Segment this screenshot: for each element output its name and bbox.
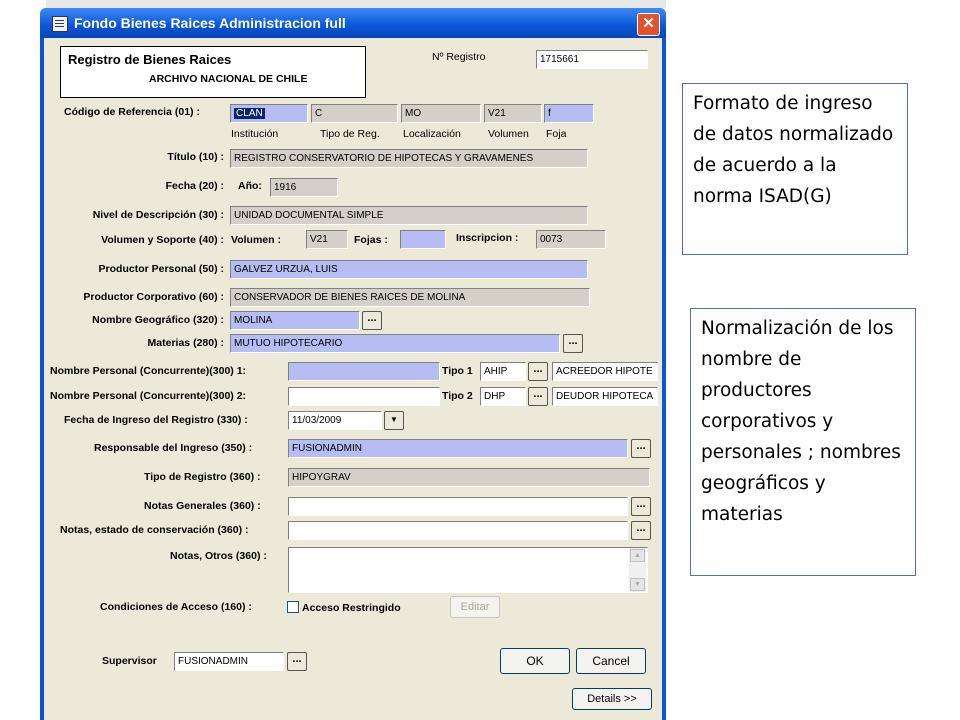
acceso-restringido-label: Acceso Restringido [302,602,401,614]
cancel-button[interactable]: Cancel [576,648,646,674]
callout-isad: Formato de ingreso de datos normalizado … [682,83,908,255]
nombre-personal-1-label: Nombre Personal (Concurrente)(300) 1: [50,365,247,377]
titulo-label: Título (10) : [167,151,224,163]
dialog-client: Registro de Bienes Raices ARCHIVO NACION… [44,38,662,720]
nombre-personal-2-field[interactable] [288,387,440,406]
fecha-label: Fecha (20) : [165,180,224,192]
volumen-fojas-label: Fojas : [354,234,388,246]
notas-otros-textarea[interactable] [288,547,648,593]
nivel-field[interactable]: UNIDAD DOCUMENTAL SIMPLE [230,206,588,225]
materias-browse-button[interactable]: ... [563,334,583,353]
codigo-label: Código de Referencia (01) : [64,106,200,118]
title-bar[interactable]: Fondo Bienes Raices Administracion full … [40,8,666,38]
callout-normalizacion: Normalización de los nombre de productor… [690,308,916,576]
notas-conservacion-label: Notas, estado de conservación (360) : [60,524,249,536]
productor-corporativo-field[interactable]: CONSERVADOR DE BIENES RAICES DE MOLINA [230,288,590,307]
tipo-1-code-field[interactable]: AHIP [480,362,526,381]
volumen-volumen-label: Volumen : [231,234,281,246]
registro-label: Nº Registro [432,51,486,63]
tipo-1-description-field[interactable]: ACREEDOR HIPOTE [552,362,658,381]
notas-generales-browse-button[interactable]: ... [631,497,651,516]
responsable-field[interactable]: FUSIONADMIN [288,439,628,458]
notas-otros-scrollbar[interactable]: ▲ ▼ [629,548,646,592]
nombre-geografico-field[interactable]: MOLINA [230,311,360,330]
codigo-caption-institucion: Institución [231,128,279,140]
codigo-institucion-field[interactable]: CLAN [230,104,308,123]
tipo-2-browse-button[interactable]: ... [528,387,548,406]
details-button[interactable]: Details >> [572,688,652,710]
nombre-geografico-browse-button[interactable]: ... [362,311,382,330]
tipo-1-label: Tipo 1 [442,365,473,377]
window-title: Fondo Bienes Raices Administracion full [74,15,346,31]
volumen-fojas-field[interactable] [400,230,446,249]
volumen-inscripcion-label: Inscripcion : [456,232,519,244]
fecha-year-label: Año: [238,180,262,192]
fecha-ingreso-dropdown-button[interactable]: ▼ [384,411,404,430]
scroll-down-icon[interactable]: ▼ [630,578,645,591]
supervisor-field[interactable]: FUSIONADMIN [174,652,284,671]
nombre-personal-1-field[interactable] [288,362,440,381]
tipo-registro-field[interactable]: HIPOYGRAV [288,468,650,487]
productor-personal-label: Productor Personal (50) : [98,263,224,275]
materias-field[interactable]: MUTUO HIPOTECARIO [230,334,560,353]
notas-otros-label: Notas, Otros (360) : [170,550,267,562]
ok-button[interactable]: OK [500,648,570,674]
productor-personal-field[interactable]: GALVEZ URZUA, LUIS [230,260,588,279]
responsable-label: Responsable del Ingreso (350) : [94,442,253,454]
scroll-up-icon[interactable]: ▲ [630,549,645,562]
materias-label: Materias (280) : [147,337,224,349]
codigo-caption-tipo: Tipo de Reg. [320,128,380,140]
background-menubar [46,0,666,8]
codigo-caption-foja: Foja [546,128,567,140]
acceso-restringido-checkbox[interactable] [287,601,299,613]
nombre-personal-2-label: Nombre Personal (Concurrente)(300) 2: [50,390,247,402]
form-icon [52,16,68,32]
header-subtitle: ARCHIVO NACIONAL DE CHILE [149,73,308,85]
volumen-inscripcion-field[interactable]: 0073 [536,230,606,249]
notas-generales-field[interactable] [288,497,628,516]
notas-generales-label: Notas Generales (360) : [144,500,261,512]
tipo-2-description-field[interactable]: DEUDOR HIPOTECA [552,387,658,406]
tipo-2-code-field[interactable]: DHP [480,387,526,406]
tipo-registro-label: Tipo de Registro (360) : [144,471,261,483]
close-button[interactable]: ✕ [637,13,660,36]
nombre-geografico-label: Nombre Geográfico (320) : [92,314,224,326]
codigo-localizacion-field[interactable]: MO [401,104,481,123]
fecha-year-field[interactable]: 1916 [270,178,338,197]
editar-button[interactable]: Editar [450,596,500,618]
codigo-caption-localizacion: Localización [403,128,461,140]
volumen-volumen-field[interactable]: V21 [306,230,348,249]
notas-conservacion-browse-button[interactable]: ... [631,521,651,540]
supervisor-browse-button[interactable]: ... [287,652,307,671]
header-title: Registro de Bienes Raices [68,52,232,67]
condiciones-label: Condiciones de Acceso (160) : [100,601,252,613]
titulo-field[interactable]: REGISTRO CONSERVATORIO DE HIPOTECAS Y GR… [230,149,588,168]
notas-conservacion-field[interactable] [288,521,628,540]
tipo-1-browse-button[interactable]: ... [528,362,548,381]
fecha-ingreso-field[interactable]: 11/03/2009 [288,411,382,430]
productor-corporativo-label: Productor Corporativo (60) : [83,291,224,303]
responsable-browse-button[interactable]: ... [631,439,651,458]
fecha-ingreso-label: Fecha de Ingreso del Registro (330) : [64,414,248,426]
header-box: Registro de Bienes Raices ARCHIVO NACION… [60,46,366,98]
volumen-label: Volumen y Soporte (40) : [101,234,224,246]
supervisor-label: Supervisor [102,655,157,667]
registro-field[interactable]: 1715661 [536,50,648,69]
nivel-label: Nivel de Descripción (30) : [92,209,224,221]
codigo-volumen-field[interactable]: V21 [484,104,542,123]
codigo-foja-field[interactable]: f [544,104,594,123]
dialog-window: Fondo Bienes Raices Administracion full … [40,8,666,720]
codigo-caption-volumen: Volumen [488,128,529,140]
tipo-2-label: Tipo 2 [442,390,473,402]
codigo-tipo-field[interactable]: C [311,104,398,123]
